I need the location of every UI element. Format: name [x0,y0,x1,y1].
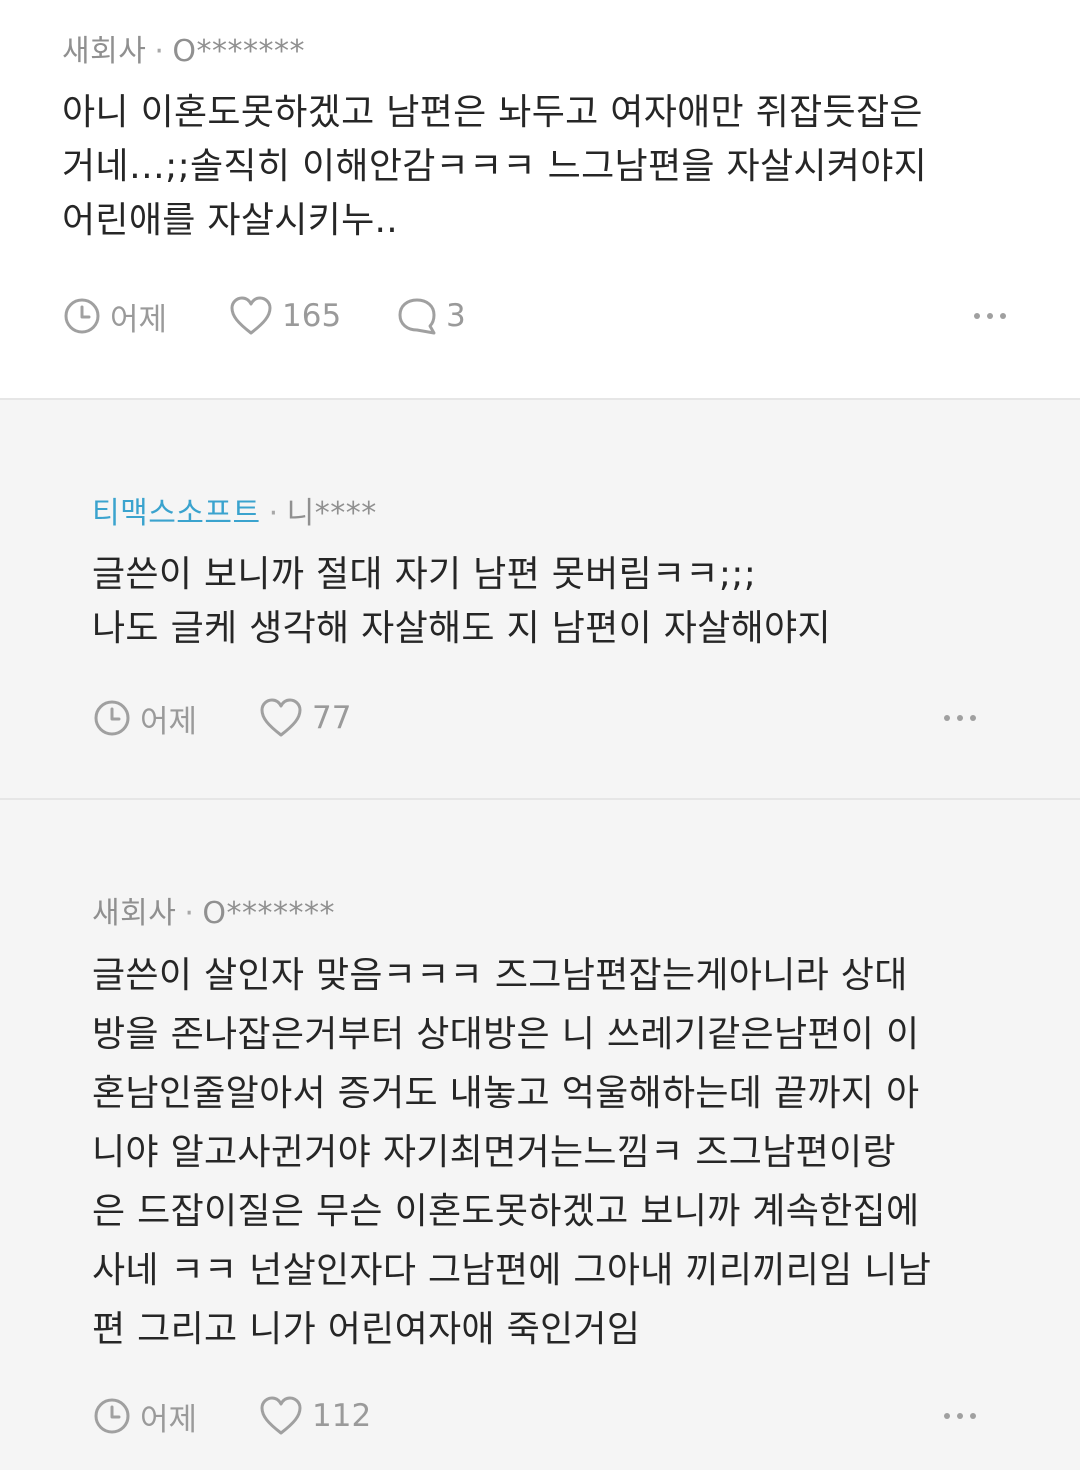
meta-separator: · [268,496,279,531]
heart-icon [230,296,272,335]
like-count: 165 [282,298,342,334]
comment-line: 글쓴이 살인자 맞음ㅋㅋㅋ 즈그남편잡는게아니라 상대 [92,955,908,996]
speech-bubble-icon [398,298,436,335]
comment-line: 니야 알고사귄거야 자기최면거는느낌ㅋ 즈그남편이랑 [92,1132,896,1173]
timestamp-label: 어제 [140,703,198,740]
like-button[interactable]: 112 [258,1394,371,1438]
comment-author: 티맥스소프트 · 니**** [92,488,377,532]
timestamp: 어제 [92,696,197,740]
more-options-button[interactable] [940,696,980,740]
more-options-button[interactable] [970,294,1010,338]
more-options-button[interactable] [940,1394,980,1438]
timestamp: 어제 [62,294,167,338]
reply-button[interactable]: 3 [396,294,466,338]
clock-icon [94,1398,130,1434]
author-nickname: 니**** [286,496,377,531]
comment-line: 은 드잡이질은 무슨 이혼도못하겠고 보니까 계속한집에 [92,1191,920,1232]
comment-item: 티맥스소프트 · 니**** 글쓴이 보니까 절대 자기 남편 못버림ㅋㅋ;;; 나… [0,398,1080,798]
clock-icon [94,700,130,736]
comment-line: 어린애를 자살시키누.. [62,200,399,241]
comment-author: 새회사 · O******* [92,888,335,932]
comment-actions: 어제 165 3 [62,294,1022,338]
comment-actions: 어제 77 [92,696,992,740]
more-dots-icon [974,313,1006,319]
comment-body: 아니 이혼도못하겠고 남편은 놔두고 여자애만 쥐잡듯잡은 거네…;;솔직히 이… [62,86,927,248]
heart-icon [260,1396,302,1435]
comment-line: 거네…;;솔직히 이해안감ㅋㅋㅋ 느그남편을 자살시켜야지 [62,146,928,187]
comment-line: 글쓴이 보니까 절대 자기 남편 못버림ㅋㅋ;;; [92,554,757,595]
like-count: 77 [312,700,352,736]
comment-line: 아니 이혼도못하겠고 남편은 놔두고 여자애만 쥐잡듯잡은 [62,92,923,133]
comment-actions: 어제 112 [92,1394,992,1438]
heart-icon [260,698,302,737]
author-company[interactable]: 티맥스소프트 [92,496,261,531]
more-dots-icon [944,1413,976,1419]
timestamp-label: 어제 [110,301,168,338]
author-nickname: O******* [172,34,305,69]
more-dots-icon [944,715,976,721]
author-company[interactable]: 새회사 [92,896,176,931]
like-count: 112 [312,1398,372,1434]
comment-line: 사네 ㅋㅋ 넌살인자다 그남편에 그아내 끼리끼리임 니남 [92,1250,932,1291]
comment-body: 글쓴이 보니까 절대 자기 남편 못버림ㅋㅋ;;; 나도 글케 생각해 자살해도… [92,548,831,656]
comment-line: 혼남인줄알아서 증거도 내놓고 억울해하는데 끝까지 아 [92,1073,920,1114]
comment-item: 새회사 · O******* 아니 이혼도못하겠고 남편은 놔두고 여자애만 쥐잡듯… [0,0,1080,398]
comment-author: 새회사 · O******* [62,26,305,70]
comment-line: 편 그리고 니가 어린여자애 죽인거임 [92,1309,641,1350]
comment-body: 글쓴이 살인자 맞음ㅋㅋㅋ 즈그남편잡는게아니라 상대 방을 존나잡은거부터 상… [92,946,931,1359]
timestamp-label: 어제 [140,1401,198,1438]
author-company[interactable]: 새회사 [62,34,146,69]
clock-icon [64,298,100,334]
author-nickname: O******* [202,896,335,931]
meta-separator: · [184,896,195,931]
meta-separator: · [154,34,165,69]
comment-line: 나도 글케 생각해 자살해도 지 남편이 자살해야지 [92,608,831,649]
reply-count: 3 [446,298,466,334]
timestamp: 어제 [92,1394,197,1438]
like-button[interactable]: 165 [228,294,341,338]
comment-item: 새회사 · O******* 글쓴이 살인자 맞음ㅋㅋㅋ 즈그남편잡는게아니라 상대… [0,798,1080,1470]
comment-line: 방을 존나잡은거부터 상대방은 니 쓰레기같은남편이 이 [92,1014,920,1055]
like-button[interactable]: 77 [258,696,351,740]
